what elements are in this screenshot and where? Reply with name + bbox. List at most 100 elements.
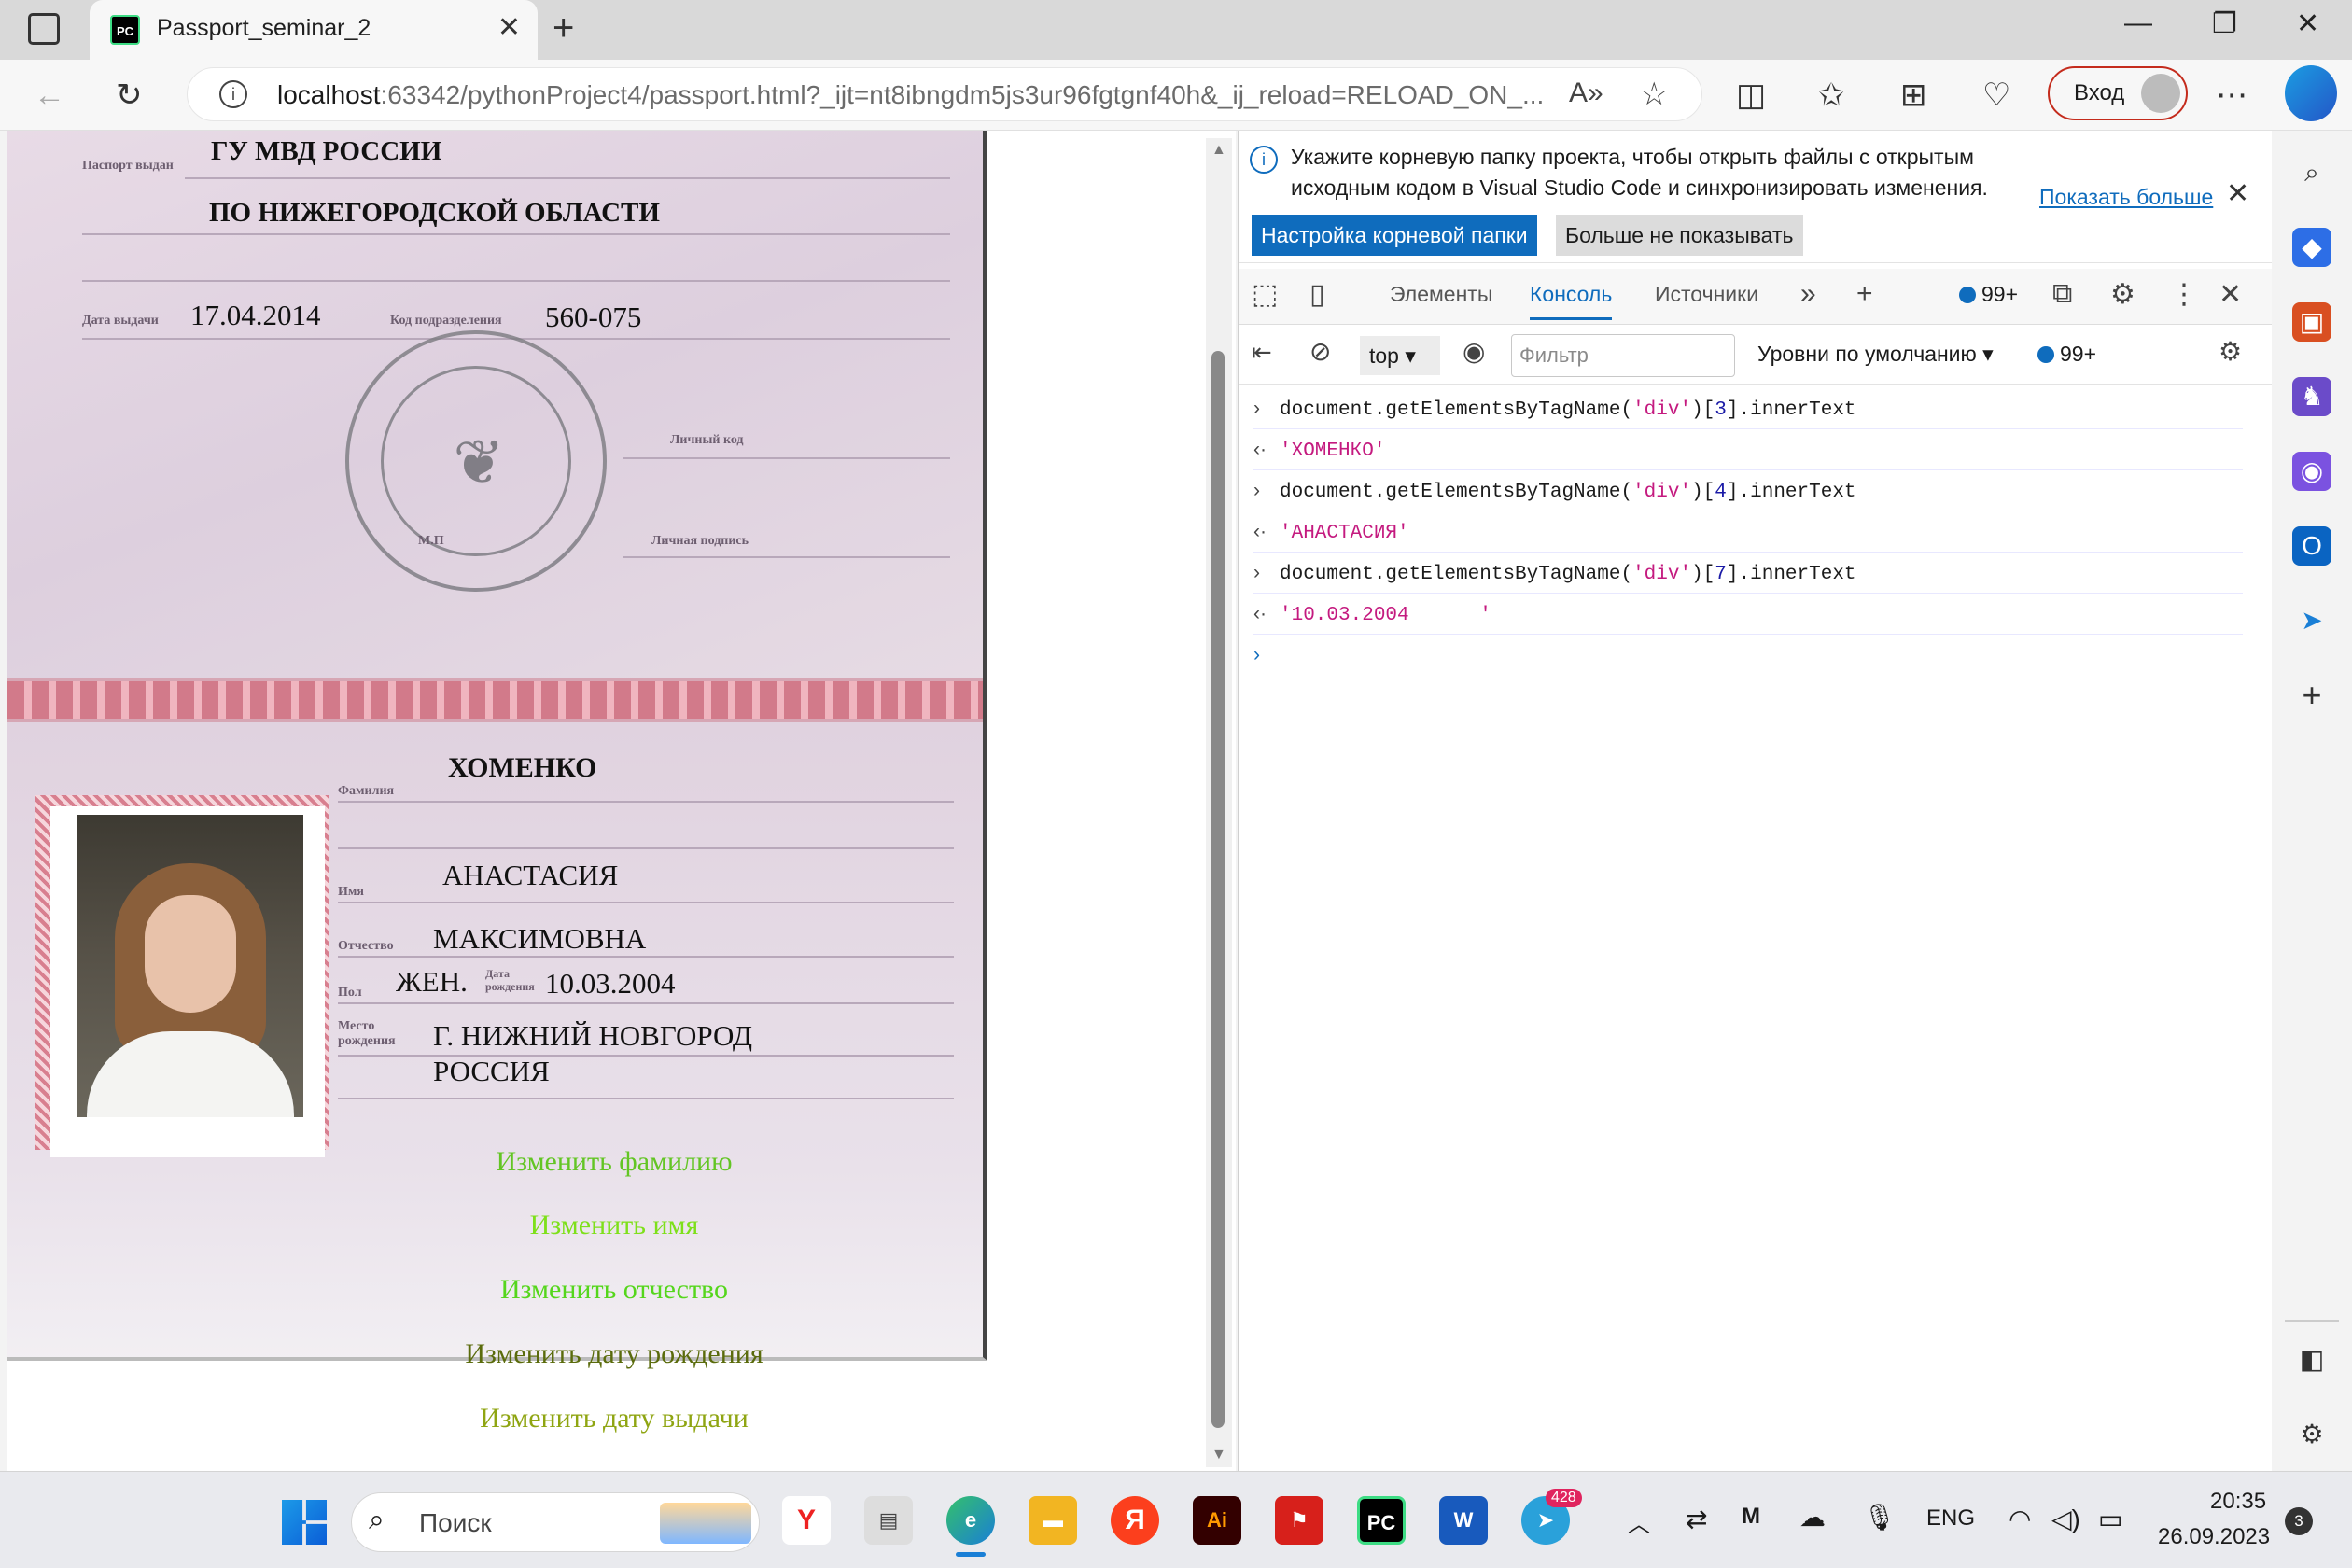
edge-browser-icon[interactable]: e — [946, 1496, 995, 1545]
customize-menu-icon[interactable]: ⋮ — [2170, 278, 2198, 311]
close-infobar-icon[interactable]: ✕ — [2226, 177, 2249, 210]
console-input-line[interactable]: › document.getElementsByTagName('div')[4]… — [1253, 470, 2243, 511]
notification-badge[interactable]: 3 — [2285, 1507, 2313, 1535]
read-aloud-icon[interactable]: A» — [1569, 77, 1603, 109]
word-icon[interactable]: W — [1439, 1496, 1488, 1545]
wifi-icon[interactable]: ◠ — [2009, 1504, 2031, 1534]
change-issue-date-link[interactable]: Изменить дату выдачи — [287, 1403, 941, 1435]
volume-icon[interactable]: ◁) — [2051, 1504, 2080, 1534]
drop-send-icon[interactable]: ➤ — [2292, 601, 2331, 640]
change-patronymic-link[interactable]: Изменить отчество — [287, 1274, 941, 1306]
show-more-link[interactable]: Показать больше — [2039, 185, 2213, 210]
search-icon[interactable]: ⌕ — [2292, 153, 2331, 192]
minimize-icon[interactable]: — — [2124, 7, 2152, 39]
sidebar-toggle-icon[interactable]: ⇤ — [1252, 338, 1272, 367]
close-tab-icon[interactable]: ✕ — [497, 11, 521, 44]
browser-essentials-icon[interactable]: ♡ — [1982, 77, 2010, 114]
back-icon[interactable]: ← — [34, 77, 65, 114]
console-input-line[interactable]: › document.getElementsByTagName('div')[3]… — [1253, 388, 2243, 429]
filter-input[interactable]: Фильтр — [1511, 334, 1735, 377]
signature-label: Личная подпись — [651, 534, 749, 548]
tab-console[interactable]: Консоль — [1530, 282, 1613, 320]
refresh-icon[interactable]: ↻ — [116, 77, 143, 114]
file-explorer-icon[interactable]: ▬ — [1029, 1496, 1077, 1545]
restore-icon[interactable]: ❐ — [2212, 7, 2237, 40]
browser-tab[interactable]: PC Passport_seminar_2 ✕ — [90, 0, 538, 60]
outlook-icon[interactable]: O — [2292, 526, 2331, 566]
yandex-app-icon[interactable]: Я — [1111, 1496, 1159, 1545]
games-icon[interactable]: ♞ — [2292, 377, 2331, 416]
dont-show-again-button[interactable]: Больше не показывать — [1556, 215, 1803, 256]
change-surname-link[interactable]: Изменить фамилию — [287, 1146, 941, 1178]
microphone-icon[interactable]: 🎙 — [1863, 1502, 1897, 1533]
more-menu-icon[interactable]: ⋯ — [2216, 77, 2247, 114]
acrobat-icon[interactable]: ⚑ — [1275, 1496, 1323, 1545]
microsoft-365-icon[interactable]: ◉ — [2292, 452, 2331, 491]
settings-gear-icon[interactable]: ⚙ — [2110, 278, 2135, 311]
scanner-app-icon[interactable]: ▤ — [864, 1496, 913, 1545]
show-hidden-icons-icon[interactable]: ︿ — [1628, 1505, 1650, 1538]
set-root-folder-button[interactable]: Настройка корневой папки — [1252, 215, 1537, 256]
add-tab-icon[interactable]: + — [1856, 278, 1873, 310]
tab-actions-icon[interactable] — [28, 13, 60, 45]
console-toolbar: ⇤ ⊘ top ▾ ◉ Фильтр Уровни по умолчанию ▾… — [1239, 325, 2273, 385]
console-input-line[interactable]: › document.getElementsByTagName('div')[7]… — [1253, 553, 2243, 594]
taskbar-search[interactable]: ⌕ Поиск — [351, 1492, 760, 1552]
windows-start-icon[interactable] — [282, 1500, 327, 1545]
yandex-browser-icon[interactable]: Y — [782, 1496, 831, 1545]
log-levels-dropdown[interactable]: Уровни по умолчанию ▾ — [1757, 342, 1994, 367]
scroll-up-icon[interactable]: ▲ — [1211, 142, 1226, 159]
login-button[interactable]: Вход — [2048, 66, 2188, 120]
network-connect-icon[interactable]: ⧉ — [2052, 278, 2072, 310]
console-issues-counter[interactable]: 99+ — [2037, 342, 2096, 367]
close-window-icon[interactable]: ✕ — [2296, 7, 2319, 40]
live-expression-eye-icon[interactable]: ◉ — [1463, 336, 1485, 367]
hide-sidebar-icon[interactable]: ◧ — [2292, 1340, 2331, 1379]
new-tab-icon[interactable]: + — [553, 7, 574, 49]
issues-counter[interactable]: 99+ — [1959, 282, 2018, 307]
context-selector[interactable]: top ▾ — [1360, 336, 1440, 375]
more-tabs-icon[interactable]: » — [1800, 278, 1816, 310]
console-prompt[interactable]: › — [1253, 635, 2243, 676]
network-settings-icon[interactable]: ⇄ — [1686, 1504, 1707, 1534]
tab-elements[interactable]: Элементы — [1390, 282, 1492, 307]
favorites-icon[interactable]: ✩ — [1818, 77, 1845, 114]
tools-briefcase-icon[interactable]: ▣ — [2292, 302, 2331, 342]
change-name-link[interactable]: Изменить имя — [287, 1210, 941, 1241]
console-settings-icon[interactable]: ⚙ — [2219, 336, 2242, 367]
split-screen-icon[interactable]: ◫ — [1736, 77, 1766, 114]
favorite-star-icon[interactable]: ☆ — [1640, 76, 1668, 113]
sex-label: Пол — [338, 986, 362, 1000]
tab-sources[interactable]: Источники — [1655, 282, 1758, 307]
surname-label: Фамилия — [338, 784, 395, 798]
scrollbar-thumb[interactable] — [1211, 351, 1225, 1428]
page-scrollbar[interactable]: ▲ ▼ — [1206, 138, 1232, 1467]
clock-time[interactable]: 20:35 — [2210, 1489, 2266, 1515]
illustrator-icon[interactable]: Ai — [1193, 1496, 1241, 1545]
close-devtools-icon[interactable]: ✕ — [2219, 278, 2242, 311]
device-emulation-icon[interactable]: ▯ — [1309, 278, 1325, 311]
address-bar[interactable]: i localhost:63342/pythonProject4/passpor… — [187, 67, 1702, 121]
battery-icon[interactable]: ▭ — [2098, 1504, 2122, 1534]
form-line — [623, 556, 950, 558]
devtools-panel: i Укажите корневую папку проекта, чтобы … — [1238, 131, 2273, 1471]
site-info-icon[interactable]: i — [219, 80, 247, 108]
pycharm-icon[interactable]: PC — [1357, 1496, 1406, 1545]
windows-taskbar: ⌕ Поиск Y ▤ e ▬ Я Ai ⚑ PC W ➤ 428 ︿ ⇄ M … — [0, 1471, 2352, 1568]
inspect-element-icon[interactable]: ⬚ — [1252, 278, 1278, 311]
scroll-down-icon[interactable]: ▼ — [1211, 1447, 1226, 1463]
clock-date[interactable]: 26.09.2023 — [2158, 1524, 2270, 1550]
tray-app-icon[interactable]: M — [1742, 1504, 1760, 1530]
shopping-tag-icon[interactable]: ◆ — [2292, 228, 2331, 267]
add-sidebar-app-icon[interactable]: + — [2292, 676, 2331, 715]
form-line — [338, 1002, 954, 1004]
language-indicator[interactable]: ENG — [1926, 1505, 1975, 1532]
onedrive-icon[interactable]: ☁ — [1799, 1502, 1826, 1533]
bing-copilot-icon[interactable] — [2285, 65, 2337, 121]
collections-icon[interactable]: ⊞ — [1900, 77, 1927, 114]
clear-console-icon[interactable]: ⊘ — [1309, 336, 1331, 367]
result-arrow-icon: ‹· — [1253, 439, 1267, 460]
search-highlight-image — [660, 1503, 751, 1544]
sidebar-settings-icon[interactable]: ⚙ — [2292, 1415, 2331, 1454]
change-dob-link[interactable]: Изменить дату рождения — [287, 1338, 941, 1370]
